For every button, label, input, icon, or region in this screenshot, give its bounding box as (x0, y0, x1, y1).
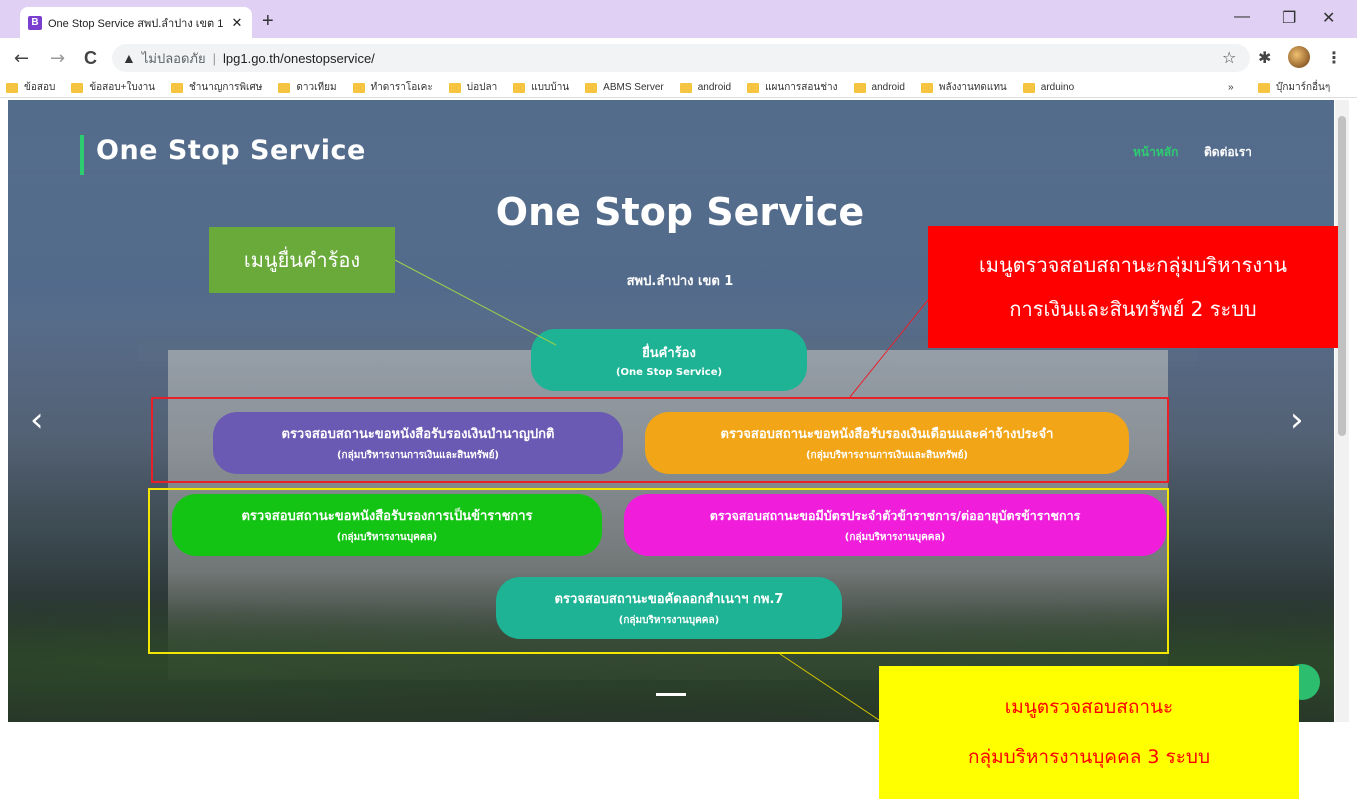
folder-icon (448, 82, 461, 93)
hero-title: One Stop Service (495, 190, 865, 234)
reload-icon[interactable]: C (84, 48, 97, 69)
other-bookmarks[interactable]: บุ๊กมาร์กอื่นๆ (1258, 80, 1330, 95)
nav-contact[interactable]: ติดต่อเรา (1204, 143, 1252, 162)
bookmark-item[interactable]: ชำนาญการพิเศษ (171, 80, 262, 95)
bookmark-item[interactable]: แบบบ้าน (513, 80, 569, 95)
bookmark-label: ทำดาราโอเคะ (370, 82, 433, 93)
folder-icon (679, 82, 692, 93)
profile-avatar[interactable] (1288, 46, 1310, 68)
bookmark-label: ข้อสอบ+ใบงาน (89, 82, 156, 93)
folder-icon (71, 82, 84, 93)
bookmark-more[interactable]: » (1228, 82, 1234, 93)
bookmark-label: android (697, 82, 732, 93)
folder-icon (747, 82, 760, 93)
bookmarks-bar: ข้อสอบ ข้อสอบ+ใบงาน ชำนาญการพิเศษ ดาวเทียม ท… (0, 78, 1357, 98)
folder-icon (171, 82, 184, 93)
restore-icon[interactable]: ❐ (1282, 8, 1296, 28)
url-separator: | (212, 50, 217, 66)
bookmark-item[interactable]: android (679, 82, 732, 93)
bookmark-label: ข้อสอบ (24, 82, 56, 93)
personnel-group-outline (148, 488, 1169, 654)
nav-home[interactable]: หน้าหลัก (1133, 143, 1178, 162)
back-arrow-icon[interactable]: ← (14, 48, 29, 69)
bookmark-item[interactable]: arduino (1022, 82, 1075, 93)
url-text[interactable]: lpg1.go.th/onestopservice/ (223, 51, 375, 66)
chevron-double-icon: » (1228, 82, 1234, 93)
button-line1: ยื่นคำร้อง (642, 346, 696, 361)
finance-note-line1: เมนูตรวจสอบสถานะกลุ่มบริหารงาน (978, 253, 1288, 277)
scrollbar-thumb[interactable] (1338, 116, 1346, 436)
star-icon[interactable]: ☆ (1222, 48, 1236, 67)
bookmark-label: พลังงานทดแทน (938, 82, 1007, 93)
submit-request-button[interactable]: ยื่นคำร้อง (One Stop Service) (531, 329, 807, 391)
folder-icon (1022, 82, 1035, 93)
browser-tab[interactable]: B One Stop Service สพป.ลำปาง เขต 1 ✕ (20, 7, 252, 38)
finance-note-line2: การเงินและสินทรัพย์ 2 ระบบ (1009, 297, 1257, 321)
finance-group-outline (151, 397, 1169, 483)
folder-icon (853, 82, 866, 93)
extensions-icon[interactable]: ✱ (1258, 48, 1271, 67)
personnel-note-line2: กลุ่มบริหารงานบุคคล 3 ระบบ (967, 745, 1211, 768)
folder-icon (352, 82, 365, 93)
bookmark-label: แผนการสอนช่าง (765, 82, 838, 93)
bookmark-item[interactable]: ข้อสอบ+ใบงาน (71, 80, 155, 95)
request-menu-note: เมนูยื่นคำร้อง (209, 227, 395, 293)
bookmark-item[interactable]: แผนการสอนช่าง (747, 80, 838, 95)
carousel-indicator[interactable] (656, 693, 686, 696)
close-tab-icon[interactable]: ✕ (228, 15, 246, 31)
personnel-note-line1: เมนูตรวจสอบสถานะ (1004, 696, 1174, 719)
button-line2: (One Stop Service) (615, 367, 723, 378)
favicon-icon: B (28, 15, 42, 30)
security-label[interactable]: ไม่ปลอดภัย (142, 48, 206, 69)
bookmark-item[interactable]: ทำดาราโอเคะ (352, 80, 433, 95)
other-bookmarks-label: บุ๊กมาร์กอื่นๆ (1276, 82, 1331, 93)
folder-icon (278, 82, 291, 93)
folder-icon (585, 82, 598, 93)
site-brand[interactable]: One Stop Service (80, 135, 366, 175)
new-tab-button[interactable]: + (262, 10, 274, 33)
bookmark-item[interactable]: บ่อปลา (448, 80, 498, 95)
bookmark-label: แบบบ้าน (531, 82, 570, 93)
bookmark-item[interactable]: ข้อสอบ (6, 80, 55, 95)
tab-strip: B One Stop Service สพป.ลำปาง เขต 1 ✕ + —… (0, 0, 1357, 38)
bookmark-item[interactable]: พลังงานทดแทน (920, 80, 1007, 95)
bookmark-label: arduino (1040, 82, 1075, 93)
folder-icon (6, 82, 18, 93)
folder-icon (920, 82, 933, 93)
carousel-prev-icon[interactable]: ‹ (30, 400, 44, 440)
bookmark-item[interactable]: ABMS Server (585, 82, 664, 93)
bookmark-item[interactable]: android (853, 82, 905, 93)
minimize-icon[interactable]: — (1234, 8, 1250, 26)
personnel-menu-note: เมนูตรวจสอบสถานะ กลุ่มบริหารงานบุคคล 3 ร… (879, 666, 1299, 799)
bookmark-label: ABMS Server (603, 82, 664, 93)
tab-title: One Stop Service สพป.ลำปาง เขต 1 (48, 17, 224, 30)
bookmark-label: ชำนาญการพิเศษ (189, 82, 263, 93)
bookmark-item[interactable]: ดาวเทียม (278, 80, 337, 95)
forward-arrow-icon[interactable]: → (50, 48, 65, 69)
menu-icon[interactable]: ⋮ (1326, 48, 1342, 67)
folder-icon (1258, 82, 1270, 93)
bookmark-label: android (871, 82, 905, 93)
bookmark-label: บ่อปลา (466, 82, 498, 93)
finance-menu-note: เมนูตรวจสอบสถานะกลุ่มบริหารงาน การเงินแล… (928, 226, 1338, 348)
warning-icon: ▲ (122, 50, 136, 66)
folder-icon (513, 82, 526, 93)
bookmark-label: ดาวเทียม (296, 82, 337, 93)
address-bar[interactable]: ▲ ไม่ปลอดภัย | lpg1.go.th/onestopservice… (112, 44, 1250, 72)
close-window-icon[interactable]: ✕ (1322, 8, 1335, 28)
carousel-next-icon[interactable]: › (1290, 400, 1304, 440)
hero-subtitle: สพป.ลำปาง เขต 1 (626, 274, 734, 289)
